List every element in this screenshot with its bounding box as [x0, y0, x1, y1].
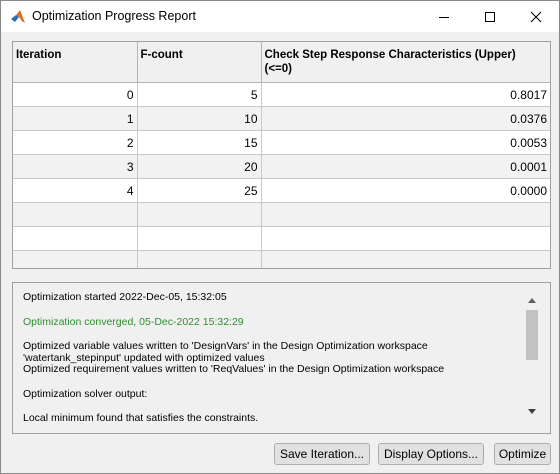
cell-iteration: 4 [13, 178, 138, 203]
close-icon [530, 11, 542, 22]
empty-cell [13, 226, 138, 251]
close-button[interactable] [513, 1, 559, 32]
table-row[interactable]: 3 20 0.0001 [13, 154, 550, 179]
minimize-button[interactable] [421, 1, 467, 32]
log-text: Optimization started 2022-Dec-05, 15:32:… [23, 291, 523, 425]
log-started: Optimization started 2022-Dec-05, 15:32:… [23, 291, 227, 303]
scroll-up-arrow-icon[interactable] [528, 297, 536, 303]
table-row[interactable]: 2 15 0.0053 [13, 130, 550, 155]
window-title: Optimization Progress Report [32, 9, 196, 23]
log-solver-output: Optimization solver output: [23, 387, 148, 400]
empty-cell [137, 250, 262, 268]
cell-iteration: 3 [13, 154, 138, 179]
optimize-button[interactable]: Optimize [494, 443, 551, 465]
empty-cell [261, 250, 550, 268]
log-vars-written: Optimized variable values written to 'De… [23, 340, 428, 352]
cell-constraint: 0.0376 [261, 106, 550, 131]
header-iteration[interactable]: Iteration [13, 42, 138, 83]
table-header-row: Iteration F-count Check Step Response Ch… [13, 42, 550, 83]
display-options-button[interactable]: Display Options... [378, 443, 484, 465]
cell-f-count: 15 [137, 130, 262, 155]
log-scrollbar[interactable] [525, 295, 539, 421]
save-iteration-button[interactable]: Save Iteration... [274, 443, 370, 465]
log-panel[interactable]: Optimization started 2022-Dec-05, 15:32:… [12, 282, 551, 434]
maximize-button[interactable] [467, 1, 513, 32]
iteration-table[interactable]: Iteration F-count Check Step Response Ch… [12, 41, 551, 269]
scroll-thumb[interactable] [526, 310, 538, 360]
cell-constraint: 0.8017 [261, 82, 550, 107]
table-row[interactable]: 0 5 0.8017 [13, 82, 550, 107]
empty-cell [137, 202, 262, 227]
title-bar[interactable]: Optimization Progress Report [1, 1, 559, 32]
matlab-logo-icon [11, 10, 25, 23]
empty-cell [261, 226, 550, 251]
minimize-icon [439, 16, 449, 18]
table-row[interactable]: 1 10 0.0376 [13, 106, 550, 131]
empty-cell [261, 202, 550, 227]
cell-constraint: 0.0053 [261, 130, 550, 155]
cell-f-count: 5 [137, 82, 262, 107]
cell-iteration: 1 [13, 106, 138, 131]
empty-table-row [13, 226, 550, 251]
header-f-count[interactable]: F-count [137, 42, 262, 83]
empty-table-row [13, 202, 550, 227]
header-constraint[interactable]: Check Step Response Characteristics (Upp… [261, 42, 550, 83]
empty-table-row [13, 250, 550, 268]
empty-cell [13, 250, 138, 268]
log-local-min: Local minimum found that satisfies the c… [23, 412, 259, 424]
table-row[interactable]: 4 25 0.0000 [13, 178, 550, 203]
maximize-icon [485, 11, 495, 22]
log-req-written: Optimized requirement values written to … [23, 363, 445, 375]
table-body: 0 5 0.8017 1 10 0.0376 2 15 0.0053 3 20 0.0001 4 25 0.… [13, 82, 550, 268]
cell-f-count: 20 [137, 154, 262, 179]
cell-f-count: 10 [137, 106, 262, 131]
scroll-down-arrow-icon[interactable] [528, 409, 536, 415]
log-converged: Optimization converged, 05-Dec-2022 15:3… [23, 315, 244, 328]
cell-iteration: 0 [13, 82, 138, 107]
optimization-progress-window: Optimization Progress Report Iteration F… [0, 0, 560, 474]
empty-cell [13, 202, 138, 227]
empty-cell [137, 226, 262, 251]
cell-constraint: 0.0001 [261, 154, 550, 179]
cell-constraint: 0.0000 [261, 178, 550, 203]
cell-iteration: 2 [13, 130, 138, 155]
cell-f-count: 25 [137, 178, 262, 203]
